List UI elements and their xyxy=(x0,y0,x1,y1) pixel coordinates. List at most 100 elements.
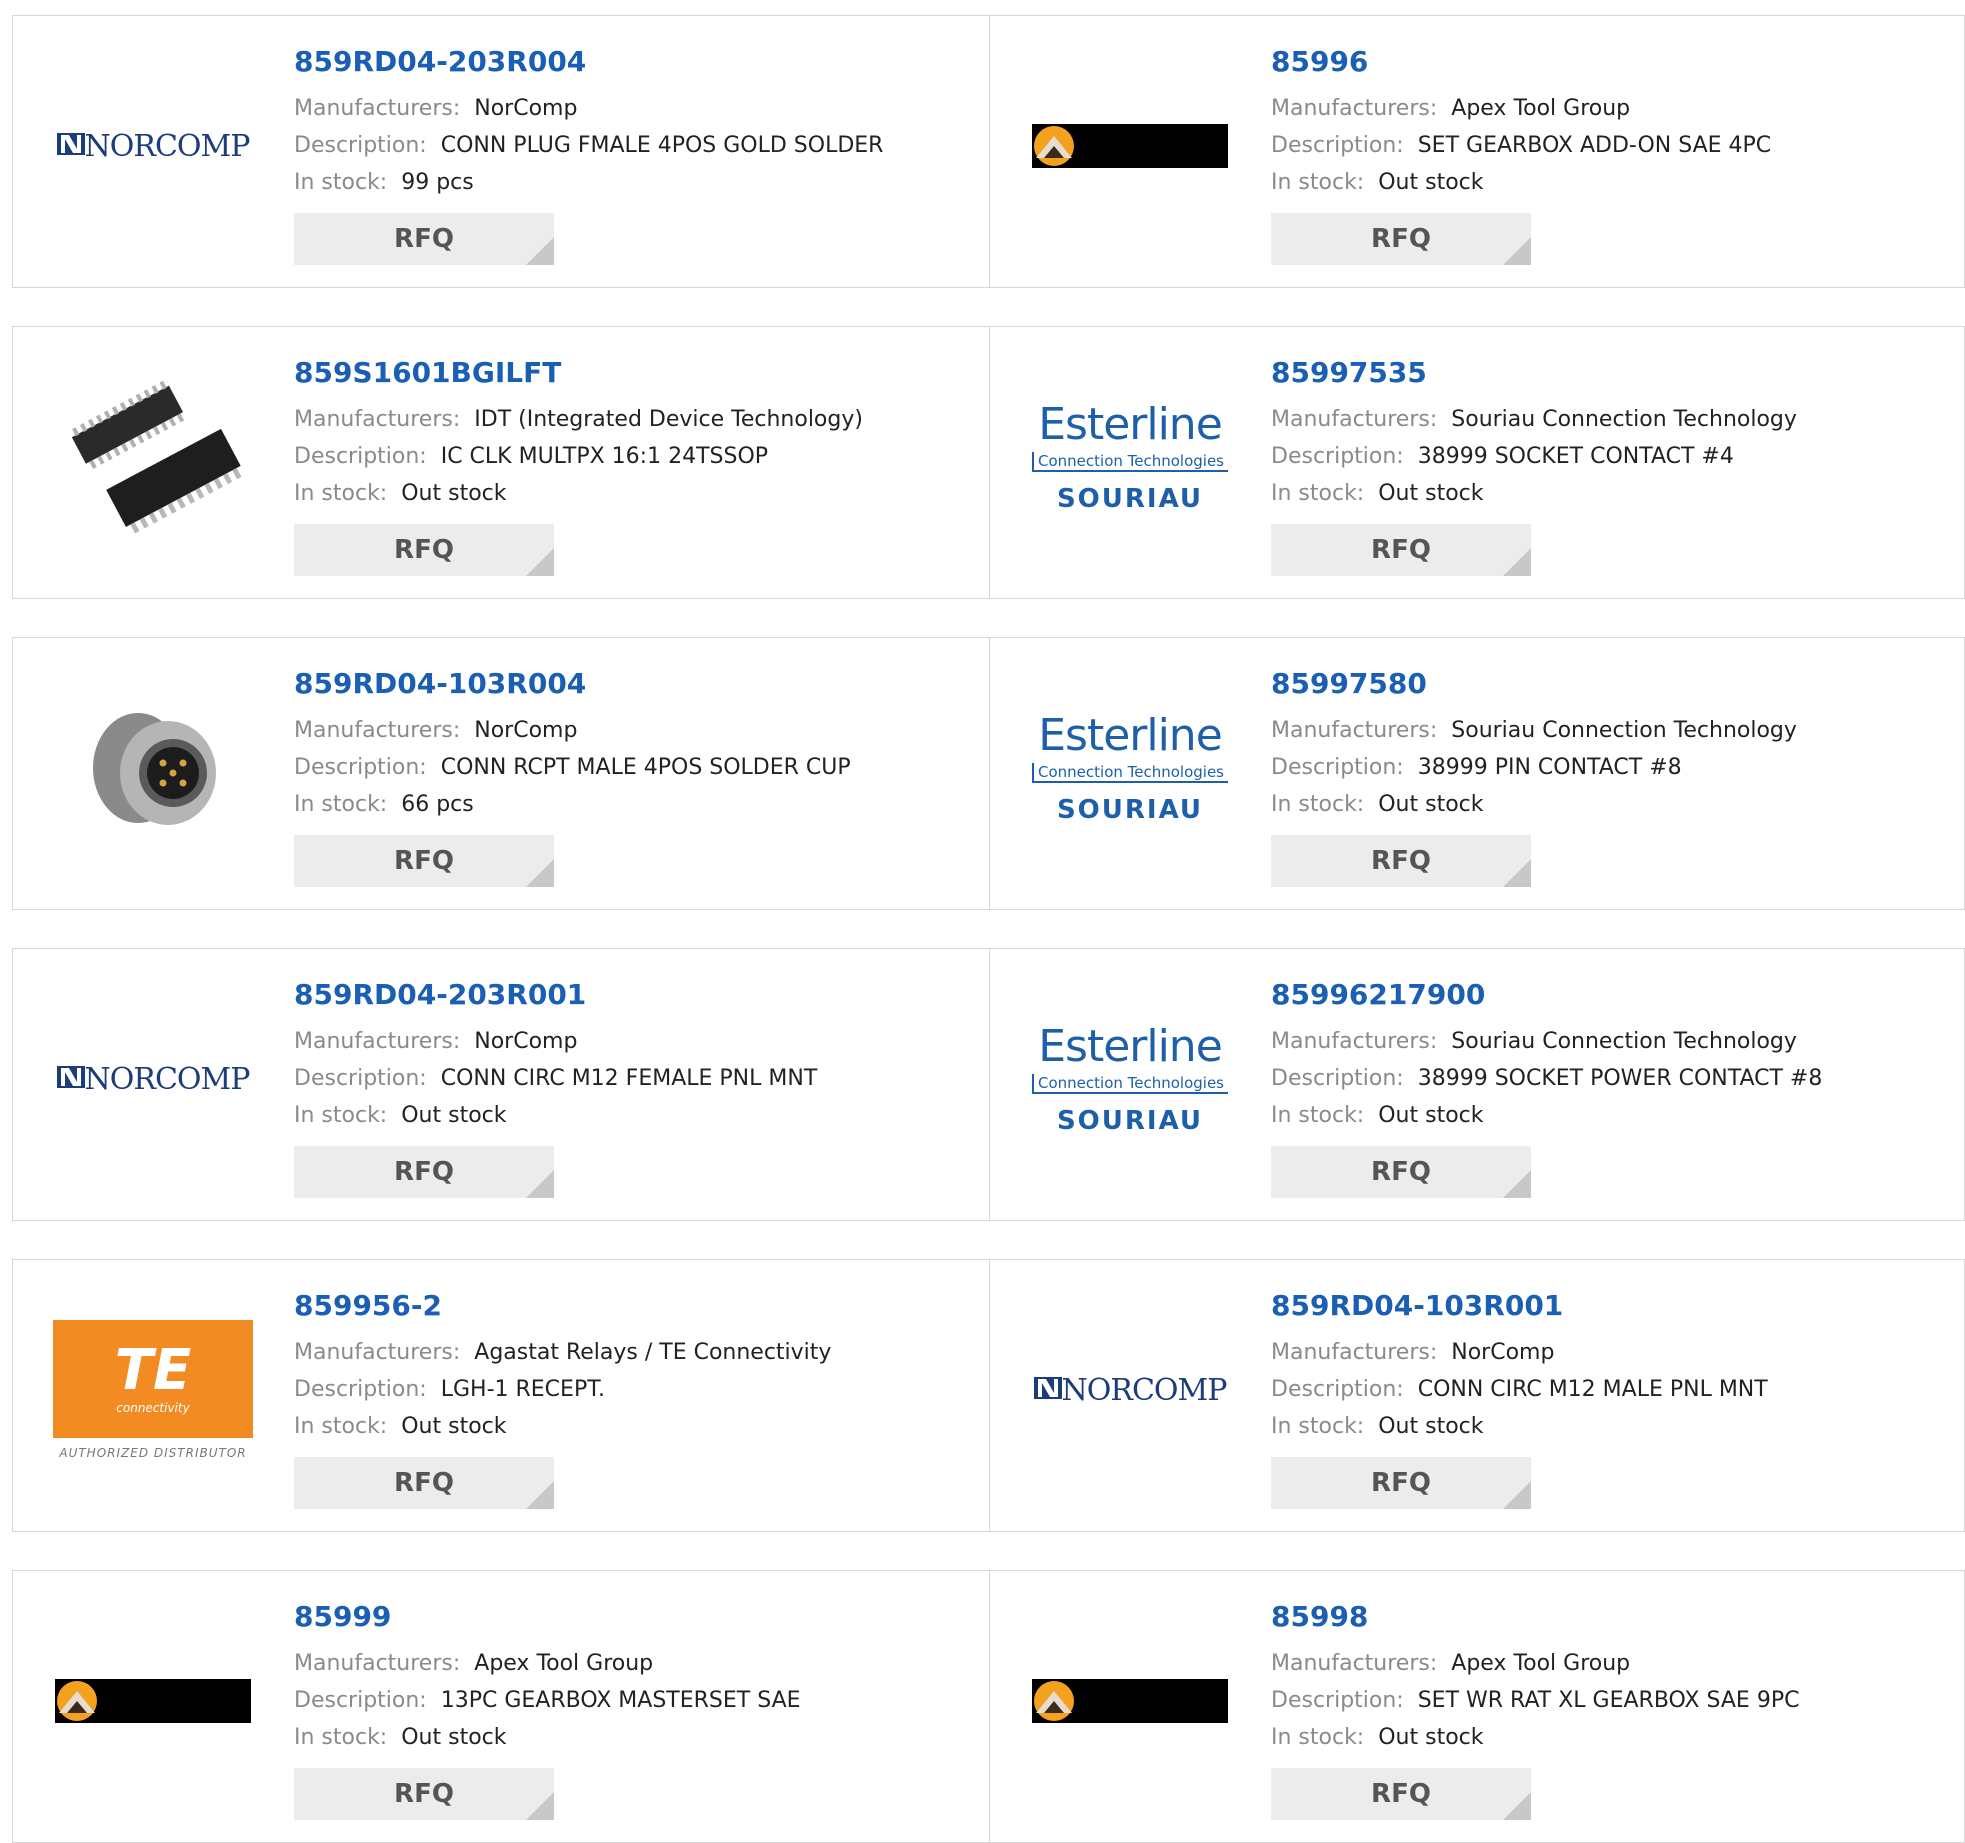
description-value: 38999 SOCKET POWER CONTACT #8 xyxy=(1417,1066,1823,1091)
rfq-corner-decoration xyxy=(1503,1792,1531,1820)
product-info: 859RD04-103R001 Manufacturers: NorComp Desc… xyxy=(1271,1288,1954,1509)
rfq-button[interactable]: RFQ xyxy=(294,524,554,576)
description-label: Description: xyxy=(294,1377,427,1402)
part-number-link[interactable]: 85998 xyxy=(1271,1599,1954,1635)
rfq-button[interactable]: RFQ xyxy=(294,1457,554,1509)
manufacturer-logo[interactable]: NORCOMP xyxy=(53,979,253,1179)
rfq-button-label: RFQ xyxy=(394,224,454,254)
part-number-link[interactable]: 85996217900 xyxy=(1271,977,1954,1013)
esterline-subtitle: Connection Technologies xyxy=(1032,763,1228,783)
manufacturer-label: Manufacturers: xyxy=(1271,1340,1438,1365)
apex-logo xyxy=(1032,124,1228,168)
rfq-button[interactable]: RFQ xyxy=(1271,835,1531,887)
product-card: TE connectivity AUTHORIZED DISTRIBUTOR 8599… xyxy=(12,1259,990,1532)
manufacturer-value: NorComp xyxy=(474,718,578,743)
rfq-button[interactable]: RFQ xyxy=(294,835,554,887)
product-info: 85996217900 Manufacturers: Souriau Connect… xyxy=(1271,977,1954,1198)
stock-row: In stock: Out stock xyxy=(1271,475,1954,512)
part-number-link[interactable]: 85996 xyxy=(1271,44,1954,80)
rfq-button[interactable]: RFQ xyxy=(294,1146,554,1198)
apex-logo xyxy=(55,1679,251,1723)
manufacturer-logo[interactable] xyxy=(53,357,253,557)
stock-row: In stock: Out stock xyxy=(294,1719,979,1756)
authorized-distributor-text: AUTHORIZED DISTRIBUTOR xyxy=(59,1446,247,1460)
product-card: 859RD04-103R004 Manufacturers: NorComp Desc… xyxy=(12,637,990,910)
m12-connector-image xyxy=(93,713,216,825)
rfq-corner-decoration xyxy=(526,1792,554,1820)
product-card: 85996 Manufacturers: Apex Tool Group Descri… xyxy=(989,15,1965,288)
product-card: NORCOMP 859RD04-103R001 Manufacturers: NorC… xyxy=(989,1259,1965,1532)
description-row: Description: SET GEARBOX ADD-ON SAE 4PC xyxy=(1271,127,1954,164)
rfq-button[interactable]: RFQ xyxy=(1271,1146,1531,1198)
stock-value: Out stock xyxy=(1378,1414,1484,1439)
manufacturer-logo[interactable]: Esterline Connection Technologies SOURIAU xyxy=(1030,979,1230,1179)
stock-value: Out stock xyxy=(1378,170,1484,195)
part-number-link[interactable]: 859S1601BGILFT xyxy=(294,355,979,391)
manufacturer-logo[interactable] xyxy=(53,1601,253,1801)
manufacturer-row: Manufacturers: Apex Tool Group xyxy=(294,1645,979,1682)
ic-chip-image xyxy=(71,380,242,534)
manufacturer-logo[interactable]: NORCOMP xyxy=(53,46,253,246)
te-subtitle: connectivity xyxy=(116,1401,190,1415)
stock-label: In stock: xyxy=(294,170,388,195)
part-number-link[interactable]: 859956-2 xyxy=(294,1288,979,1324)
stock-row: In stock: 66 pcs xyxy=(294,786,979,823)
part-number-link[interactable]: 859RD04-203R001 xyxy=(294,977,979,1013)
apex-mark-icon xyxy=(57,1681,97,1721)
part-number-link[interactable]: 859RD04-203R004 xyxy=(294,44,979,80)
description-value: IC CLK MULTPX 16:1 24TSSOP xyxy=(440,444,769,469)
description-row: Description: 38999 SOCKET POWER CONTACT #… xyxy=(1271,1060,1954,1097)
manufacturer-logo[interactable]: NORCOMP xyxy=(1030,1290,1230,1490)
manufacturer-row: Manufacturers: NorComp xyxy=(294,712,979,749)
description-value: CONN CIRC M12 MALE PNL MNT xyxy=(1417,1377,1768,1402)
description-row: Description: IC CLK MULTPX 16:1 24TSSOP xyxy=(294,438,979,475)
manufacturer-value: IDT (Integrated Device Technology) xyxy=(474,407,863,432)
esterline-wordmark: Esterline xyxy=(1038,399,1223,450)
stock-label: In stock: xyxy=(1271,1414,1365,1439)
rfq-button[interactable]: RFQ xyxy=(1271,213,1531,265)
manufacturer-logo[interactable] xyxy=(53,668,253,868)
manufacturer-logo[interactable]: Esterline Connection Technologies SOURIAU xyxy=(1030,668,1230,868)
norcomp-logo: NORCOMP xyxy=(1033,1373,1227,1408)
rfq-button[interactable]: RFQ xyxy=(1271,1768,1531,1820)
product-card: 85999 Manufacturers: Apex Tool Group Descri… xyxy=(12,1570,990,1843)
part-number-link[interactable]: 85997535 xyxy=(1271,355,1954,391)
rfq-button[interactable]: RFQ xyxy=(294,213,554,265)
stock-row: In stock: Out stock xyxy=(1271,164,1954,201)
stock-label: In stock: xyxy=(294,1103,388,1128)
part-number-link[interactable]: 859RD04-103R004 xyxy=(294,666,979,702)
part-number-link[interactable]: 85999 xyxy=(294,1599,979,1635)
manufacturer-value: Souriau Connection Technology xyxy=(1451,718,1797,743)
rfq-button-label: RFQ xyxy=(394,846,454,876)
stock-label: In stock: xyxy=(294,1414,388,1439)
norcomp-logo-text: NORCOMP xyxy=(84,1061,251,1097)
product-row: 85999 Manufacturers: Apex Tool Group Descri… xyxy=(12,1570,1965,1843)
description-value: SET WR RAT XL GEARBOX SAE 9PC xyxy=(1417,1688,1800,1713)
rfq-corner-decoration xyxy=(526,1481,554,1509)
part-number-link[interactable]: 85997580 xyxy=(1271,666,1954,702)
stock-row: In stock: Out stock xyxy=(1271,1408,1954,1445)
rfq-button[interactable]: RFQ xyxy=(1271,524,1531,576)
stock-label: In stock: xyxy=(294,481,388,506)
stock-value: Out stock xyxy=(401,1725,507,1750)
description-label: Description: xyxy=(294,1688,427,1713)
manufacturer-logo[interactable] xyxy=(1030,46,1230,246)
product-info: 859RD04-103R004 Manufacturers: NorComp Desc… xyxy=(294,666,979,887)
manufacturer-logo[interactable]: Esterline Connection Technologies SOURIAU xyxy=(1030,357,1230,557)
product-row: TE connectivity AUTHORIZED DISTRIBUTOR 8599… xyxy=(12,1259,1965,1532)
product-row: NORCOMP 859RD04-203R004 Manufacturers: NorC… xyxy=(12,15,1965,288)
rfq-button-label: RFQ xyxy=(1371,1468,1431,1498)
rfq-button[interactable]: RFQ xyxy=(294,1768,554,1820)
description-row: Description: SET WR RAT XL GEARBOX SAE 9P… xyxy=(1271,1682,1954,1719)
rfq-corner-decoration xyxy=(1503,1481,1531,1509)
part-number-link[interactable]: 859RD04-103R001 xyxy=(1271,1288,1954,1324)
product-info: 85999 Manufacturers: Apex Tool Group Descri… xyxy=(294,1599,979,1820)
rfq-button[interactable]: RFQ xyxy=(1271,1457,1531,1509)
manufacturer-value: NorComp xyxy=(474,96,578,121)
esterline-souriau-logo: Esterline Connection Technologies SOURIAU xyxy=(1030,400,1230,514)
description-label: Description: xyxy=(294,133,427,158)
description-value: CONN PLUG FMALE 4POS GOLD SOLDER xyxy=(440,133,884,158)
manufacturer-logo[interactable] xyxy=(1030,1601,1230,1801)
manufacturer-label: Manufacturers: xyxy=(294,407,461,432)
manufacturer-logo[interactable]: TE connectivity AUTHORIZED DISTRIBUTOR xyxy=(53,1290,253,1490)
